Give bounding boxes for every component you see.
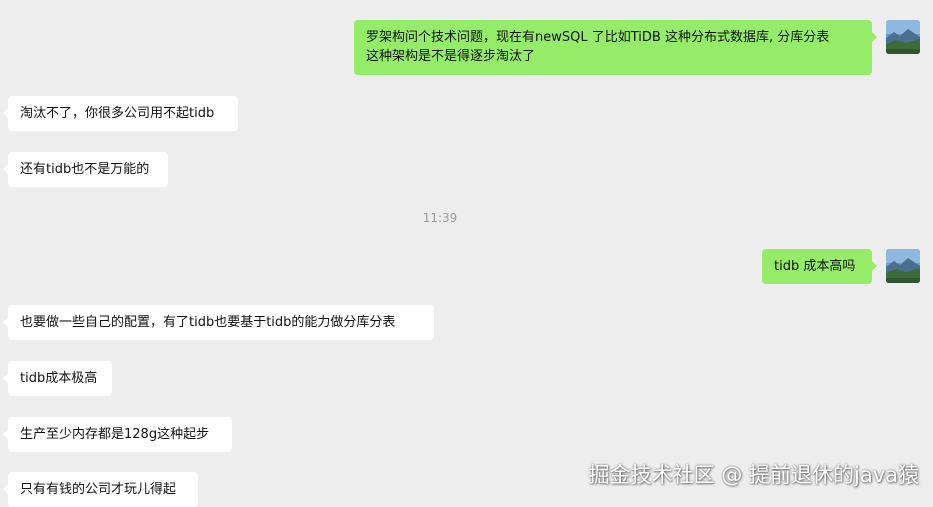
outgoing-message-bubble[interactable]: 罗架构问个技术问题，现在有newSQL 了比如TiDB 这种分布式数据库, 分库… xyxy=(354,20,877,75)
watermark-text: 掘金技术社区 @ 提前退休的java猿 xyxy=(588,463,919,487)
self-avatar[interactable] xyxy=(886,249,920,283)
self-avatar[interactable] xyxy=(886,20,920,54)
incoming-message-bubble[interactable]: 只有有钱的公司才玩儿得起 xyxy=(3,472,198,507)
message-text: 淘汰不了，你很多公司用不起tidb xyxy=(20,106,215,121)
chat-area: 罗架构问个技术问题，现在有newSQL 了比如TiDB 这种分布式数据库, 分库… xyxy=(0,0,933,507)
message-text: tidb 成本高吗 xyxy=(774,259,856,274)
outgoing-message-bubble[interactable]: tidb 成本高吗 xyxy=(762,249,877,284)
message-text: 只有有钱的公司才玩儿得起 xyxy=(20,482,177,497)
incoming-message-bubble[interactable]: 淘汰不了，你很多公司用不起tidb xyxy=(3,96,238,131)
message-text: 罗架构问个技术问题，现在有newSQL 了比如TiDB 这种分布式数据库, 分库… xyxy=(366,30,830,45)
incoming-message-bubble[interactable]: 生产至少内存都是128g这种起步 xyxy=(3,417,232,452)
message-text: 也要做一些自己的配置，有了tidb也要基于tidb的能力做分库分表 xyxy=(20,315,396,330)
message-text: 生产至少内存都是128g这种起步 xyxy=(20,427,210,442)
incoming-message-bubble[interactable]: 还有tidb也不是万能的 xyxy=(3,152,168,187)
message-text: 还有tidb也不是万能的 xyxy=(20,162,150,177)
message-text: tidb成本极高 xyxy=(20,371,98,386)
landscape-avatar-icon xyxy=(886,249,920,283)
message-text: 这种架构是不是得逐步淘汰了 xyxy=(366,49,536,64)
incoming-message-bubble[interactable]: tidb成本极高 xyxy=(3,361,112,396)
incoming-message-bubble[interactable]: 也要做一些自己的配置，有了tidb也要基于tidb的能力做分库分表 xyxy=(3,305,434,340)
landscape-avatar-icon xyxy=(886,20,920,54)
timestamp: 11:39 xyxy=(422,211,458,225)
